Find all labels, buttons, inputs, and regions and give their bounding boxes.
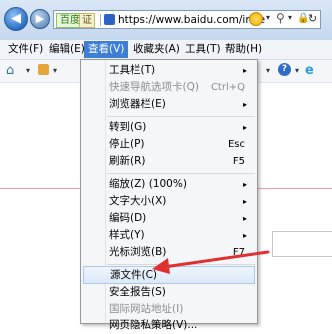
certificate-badge[interactable]: 证: [79, 13, 95, 28]
menu-item-text-size[interactable]: 文字大小(X) ▸: [83, 193, 255, 210]
home-dropdown-icon[interactable]: ▾: [26, 66, 30, 75]
submenu-arrow-icon: ▸: [242, 180, 247, 189]
menu-item-stop[interactable]: 停止(P) Esc: [83, 136, 255, 153]
menu-edit[interactable]: 编辑(E): [45, 42, 89, 57]
menu-separator: [107, 173, 255, 174]
menu-item-label: 国际网站地址(I): [109, 303, 184, 315]
menu-file[interactable]: 文件(F): [4, 42, 47, 57]
submenu-arrow-icon: ▸: [242, 214, 247, 223]
tools-dropdown-icon[interactable]: ▾: [266, 66, 270, 75]
home-icon[interactable]: ⌂: [6, 63, 14, 78]
menu-item-label: 编码(D): [109, 212, 147, 224]
menu-item-shortcut: Ctrl+Q: [210, 82, 245, 93]
menu-item-label: 浏览器栏(E): [109, 98, 166, 110]
menu-item-shortcut: F5: [232, 156, 245, 167]
feeds-icon[interactable]: [38, 64, 49, 75]
submenu-arrow-icon: ▸: [242, 197, 247, 206]
menu-item-label: 工具栏(T): [109, 64, 156, 76]
menu-bar: 文件(F) 编辑(E) 查看(V) 收藏夹(A) 工具(T) 帮助(H): [0, 40, 332, 60]
menu-item-international-address[interactable]: 国际网站地址(I): [83, 301, 255, 318]
menu-item-label: 网页隐私策略(V)...: [109, 319, 198, 331]
menu-help[interactable]: 帮助(H): [221, 42, 266, 57]
menu-item-privacy-policy[interactable]: 网页隐私策略(V)...: [83, 317, 255, 334]
menu-item-label: 安全报告(S): [109, 286, 166, 298]
menu-item-label: 文字大小(X): [109, 195, 167, 207]
address-toolbar: ◀ ▶ 百度 证 https://www.baidu.com/inde ▾ ⚲ …: [0, 0, 332, 41]
menu-item-security-report[interactable]: 安全报告(S): [83, 284, 255, 301]
menu-tools[interactable]: 工具(T): [181, 42, 225, 57]
feeds-dropdown-icon[interactable]: ▾: [53, 66, 57, 75]
address-input[interactable]: 百度 证 https://www.baidu.com/inde ▾ ⚲ ▾ 🔒 …: [53, 10, 321, 29]
menu-item-label: 样式(Y): [109, 229, 145, 241]
forward-button[interactable]: ▶: [30, 9, 50, 29]
back-arrow-icon: ◀: [11, 11, 21, 26]
menu-item-label: 缩放(Z) (100%): [109, 178, 187, 190]
ie-logo-icon[interactable]: e: [305, 63, 314, 78]
search-dropdown-icon[interactable]: ▾: [288, 13, 292, 22]
submenu-arrow-icon: ▸: [242, 66, 247, 75]
menu-item-quick-tabs[interactable]: 快速导航选项卡(Q) Ctrl+Q: [83, 79, 255, 96]
menu-item-encoding[interactable]: 编码(D) ▸: [83, 210, 255, 227]
menu-view[interactable]: 查看(V): [84, 41, 129, 58]
menu-item-style[interactable]: 样式(Y) ▸: [83, 227, 255, 244]
submenu-arrow-icon: ▸: [242, 123, 247, 132]
address-separator: [100, 14, 101, 26]
search-icon[interactable]: ⚲: [276, 11, 285, 25]
url-text[interactable]: https://www.baidu.com/inde: [118, 13, 265, 27]
menu-item-label: 刷新(R): [109, 155, 146, 167]
menu-item-explorer-bars[interactable]: 浏览器栏(E) ▸: [83, 96, 255, 113]
compatibility-view-icon[interactable]: [249, 12, 263, 26]
menu-separator: [107, 116, 255, 117]
menu-item-label: 快速导航选项卡(Q): [109, 81, 199, 93]
help-icon[interactable]: ?: [278, 63, 291, 76]
address-dropdown-icon[interactable]: ▾: [266, 13, 270, 22]
menu-item-refresh[interactable]: 刷新(R) F5: [83, 153, 255, 170]
page-favicon-icon: [104, 14, 115, 25]
page-search-box[interactable]: [272, 231, 332, 257]
back-button[interactable]: ◀: [4, 7, 28, 31]
annotation-arrow-icon: [152, 250, 270, 274]
submenu-arrow-icon: ▸: [242, 100, 247, 109]
menu-item-go-to[interactable]: 转到(G) ▸: [83, 119, 255, 136]
help-dropdown-icon[interactable]: ▾: [295, 66, 299, 75]
forward-arrow-icon: ▶: [35, 12, 45, 25]
refresh-icon[interactable]: ↻: [308, 12, 317, 25]
menu-item-shortcut: Esc: [227, 139, 245, 150]
menu-item-toolbars[interactable]: 工具栏(T) ▸: [83, 62, 255, 79]
submenu-arrow-icon: ▸: [242, 231, 247, 240]
menu-favorites[interactable]: 收藏夹(A): [129, 42, 184, 57]
menu-item-label: 转到(G): [109, 121, 147, 133]
view-dropdown-menu: 工具栏(T) ▸ 快速导航选项卡(Q) Ctrl+Q 浏览器栏(E) ▸ 转到(…: [80, 59, 258, 331]
menu-item-label: 停止(P): [109, 138, 145, 150]
menu-item-zoom[interactable]: 缩放(Z) (100%) ▸: [83, 176, 255, 193]
